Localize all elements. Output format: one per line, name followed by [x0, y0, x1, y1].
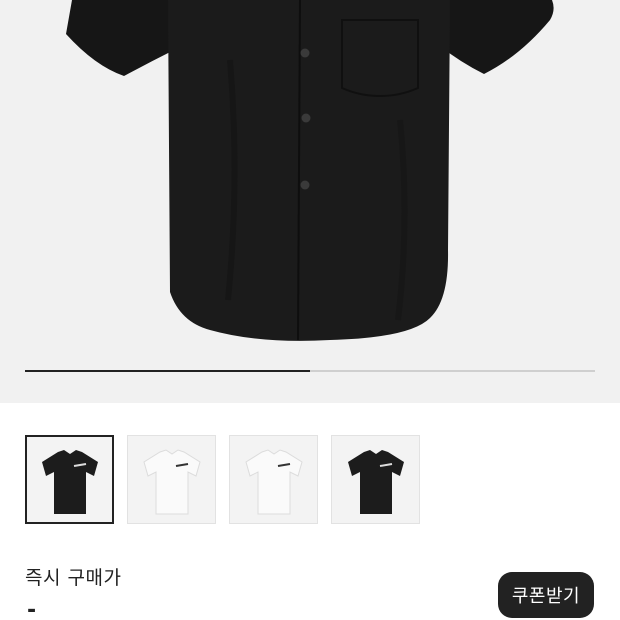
- black-shirt-thumbnail-icon: [41, 449, 98, 514]
- thumbnail-black-shirt-front-2[interactable]: [331, 435, 420, 524]
- white-shirt-thumbnail-icon: [142, 448, 201, 514]
- gallery-progress-fill: [25, 370, 310, 372]
- black-shirt-image: [66, 0, 554, 341]
- black-shirt-thumbnail-icon: [347, 449, 404, 514]
- thumbnail-list: [25, 435, 425, 525]
- instant-buy-price-label: 즉시 구매가: [25, 567, 122, 589]
- thumbnail-white-shirt-front[interactable]: [127, 435, 216, 524]
- product-image-gallery[interactable]: [0, 0, 620, 403]
- thumbnail-black-shirt-front[interactable]: [25, 435, 114, 524]
- get-coupon-button[interactable]: 쿠폰받기: [498, 572, 594, 618]
- white-shirt-thumbnail-icon: [244, 448, 303, 514]
- gallery-progress-bar: [25, 370, 595, 372]
- instant-buy-price-value: -: [27, 598, 37, 620]
- thumbnail-white-shirt-front-2[interactable]: [229, 435, 318, 524]
